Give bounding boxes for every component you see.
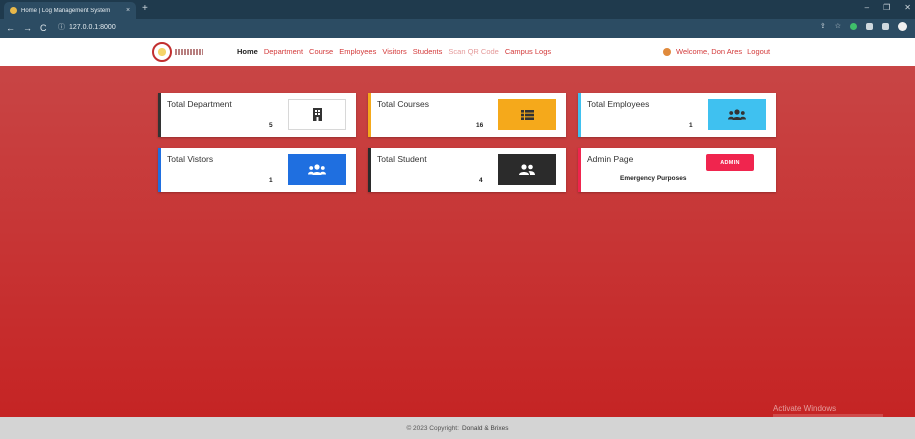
browser-tab[interactable]: Home | Log Management System × xyxy=(4,2,136,19)
card-total-visitors[interactable]: Total Vistors 1 xyxy=(158,148,356,192)
card-stripe xyxy=(158,93,161,137)
favicon-icon xyxy=(10,7,17,14)
user-avatar-icon xyxy=(663,48,671,56)
activate-windows-watermark: Activate Windows xyxy=(773,404,837,413)
card-stripe xyxy=(578,93,581,137)
info-icon[interactable]: ⓘ xyxy=(58,22,65,34)
reload-button[interactable]: C xyxy=(40,22,47,34)
tab-close-icon[interactable]: × xyxy=(126,7,130,14)
user-area: Welcome, Don Ares Logout xyxy=(663,47,770,57)
visitors-button[interactable] xyxy=(288,154,346,185)
dashboard-main: Total Department 5 Total Courses 16 Tota… xyxy=(0,66,915,417)
admin-subtitle: Emergency Purposes xyxy=(620,175,687,182)
tab-title: Home | Log Management System xyxy=(21,7,111,14)
card-title: Total Department xyxy=(167,99,232,109)
card-total-employees[interactable]: Total Employees 1 xyxy=(578,93,776,137)
card-title: Total Vistors xyxy=(167,154,214,164)
logout-link[interactable]: Logout xyxy=(747,47,770,57)
bookmark-star-icon[interactable]: ☆ xyxy=(835,22,841,31)
university-seal-icon xyxy=(152,42,172,62)
puzzle-icon[interactable] xyxy=(866,23,873,30)
nav-visitors[interactable]: Visitors xyxy=(382,47,406,57)
department-button[interactable] xyxy=(288,99,346,130)
back-button[interactable]: ← xyxy=(6,22,15,34)
site-logo[interactable] xyxy=(152,42,203,62)
card-title: Admin Page xyxy=(587,154,634,164)
window-controls: – ❐ ✕ xyxy=(865,1,911,15)
share-icon[interactable]: ⇪ xyxy=(820,22,826,31)
nav-course[interactable]: Course xyxy=(309,47,333,57)
close-window-button[interactable]: ✕ xyxy=(904,1,911,15)
card-count: 1 xyxy=(689,122,693,129)
url-field[interactable]: ⓘ 127.0.0.1:8000 xyxy=(58,22,116,34)
extension-toolbar: ⇪ ☆ xyxy=(820,22,907,31)
browser-nav-buttons: ← → C xyxy=(6,22,47,34)
card-title: Total Employees xyxy=(587,99,650,109)
nav-scan-qr-code[interactable]: Scan QR Code xyxy=(448,47,498,57)
site-footer: © 2023 Copyright: Donald & Brixes xyxy=(0,417,915,439)
courses-button[interactable] xyxy=(498,99,556,130)
footer-copyright: © 2023 Copyright: xyxy=(406,424,459,432)
forward-button[interactable]: → xyxy=(23,22,32,34)
profile-avatar-icon[interactable] xyxy=(898,22,907,31)
users-icon xyxy=(728,109,746,120)
students-button[interactable] xyxy=(498,154,556,185)
card-stripe xyxy=(368,93,371,137)
logo-wordmark xyxy=(175,49,203,55)
new-tab-button[interactable]: + xyxy=(142,3,148,15)
card-count: 4 xyxy=(479,177,483,184)
card-total-department[interactable]: Total Department 5 xyxy=(158,93,356,137)
maximize-button[interactable]: ❐ xyxy=(883,1,890,15)
admin-button[interactable]: ADMIN xyxy=(706,154,754,171)
url-text: 127.0.0.1:8000 xyxy=(69,24,116,31)
card-stripe xyxy=(368,148,371,192)
card-count: 16 xyxy=(476,122,484,129)
card-stripe xyxy=(578,148,581,192)
card-total-student[interactable]: Total Student 4 xyxy=(368,148,566,192)
footer-authors: Donald & Brixes xyxy=(461,424,509,432)
list-icon xyxy=(520,109,534,120)
nav-employees[interactable]: Employees xyxy=(339,47,376,57)
welcome-text: Welcome, Don Ares xyxy=(676,47,743,56)
building-icon xyxy=(312,108,322,121)
main-nav: Home Department Course Employees Visitor… xyxy=(237,47,551,57)
nav-department[interactable]: Department xyxy=(264,47,303,57)
card-title: Total Student xyxy=(377,154,427,164)
site-header: Home Department Course Employees Visitor… xyxy=(0,38,915,66)
nav-students[interactable]: Students xyxy=(413,47,443,57)
browser-tab-strip: Home | Log Management System × + – ❐ ✕ xyxy=(0,0,915,19)
nav-campus-logs[interactable]: Campus Logs xyxy=(505,47,551,57)
users-icon xyxy=(308,164,326,175)
minimize-button[interactable]: – xyxy=(865,1,869,15)
card-title: Total Courses xyxy=(377,99,429,109)
card-admin-page: Admin Page ADMIN Emergency Purposes xyxy=(578,148,776,192)
card-total-courses[interactable]: Total Courses 16 xyxy=(368,93,566,137)
sidebar-icon[interactable] xyxy=(882,23,889,30)
employees-button[interactable] xyxy=(708,99,766,130)
extension-icon[interactable] xyxy=(850,23,857,30)
card-count: 5 xyxy=(269,122,273,129)
browser-address-bar: ← → C ⓘ 127.0.0.1:8000 ⇪ ☆ xyxy=(0,19,915,38)
card-stripe xyxy=(158,148,161,192)
user-group-icon xyxy=(519,164,535,175)
nav-home[interactable]: Home xyxy=(237,47,258,57)
card-count: 1 xyxy=(269,177,273,184)
